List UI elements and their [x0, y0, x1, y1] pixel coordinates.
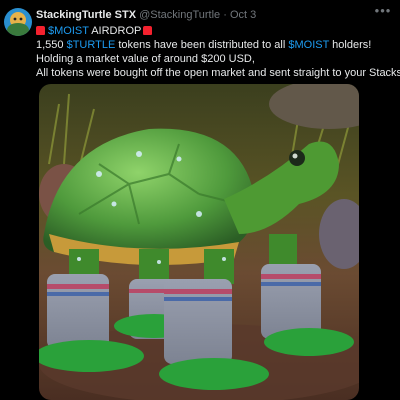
line2-mid-text: tokens have been distributed to all: [115, 39, 289, 51]
more-horizontal-icon[interactable]: •••: [374, 4, 392, 17]
airdrop-text: AIRDROP: [88, 25, 142, 37]
cashtag-moist[interactable]: $MOIST: [48, 25, 89, 37]
siren-icon: [143, 26, 153, 35]
post-line-2: 1,550 $TURTLE tokens have been distribut…: [36, 38, 396, 52]
author-handle[interactable]: @StackingTurtle: [139, 9, 220, 21]
siren-icon: [36, 26, 45, 35]
post-line-3: Holding a market value of around $200 US…: [36, 53, 255, 65]
post-image[interactable]: [39, 84, 359, 400]
post-date[interactable]: Oct 3: [230, 9, 256, 21]
cashtag-moist-2[interactable]: $MOIST: [288, 39, 329, 51]
post-header: StackingTurtle STX @StackingTurtle · Oct…: [36, 9, 390, 25]
line2-suffix-text: holders!: [329, 39, 372, 51]
author-avatar[interactable]: [4, 8, 32, 36]
cashtag-turtle[interactable]: $TURTLE: [67, 39, 116, 51]
author-name[interactable]: StackingTurtle STX: [36, 9, 136, 21]
post-line-1: $MOIST AIRDROP: [36, 24, 396, 38]
separator-dot: ·: [223, 9, 227, 21]
amount-text: 1,550: [36, 39, 67, 51]
post-line-4: All tokens were bought off the open mark…: [36, 67, 400, 79]
